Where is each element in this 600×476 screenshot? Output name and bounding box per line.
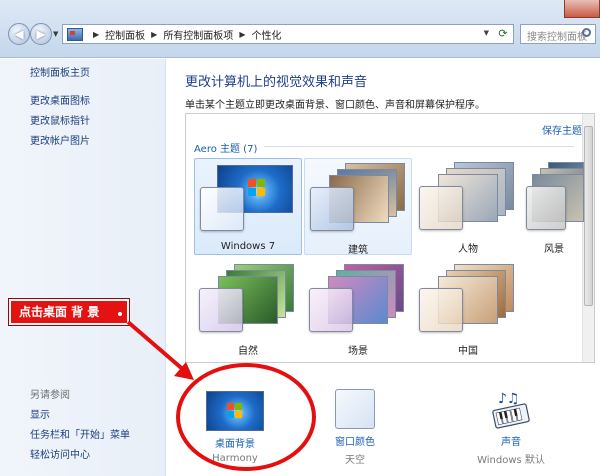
annotation-highlight-ellipse <box>176 363 316 471</box>
